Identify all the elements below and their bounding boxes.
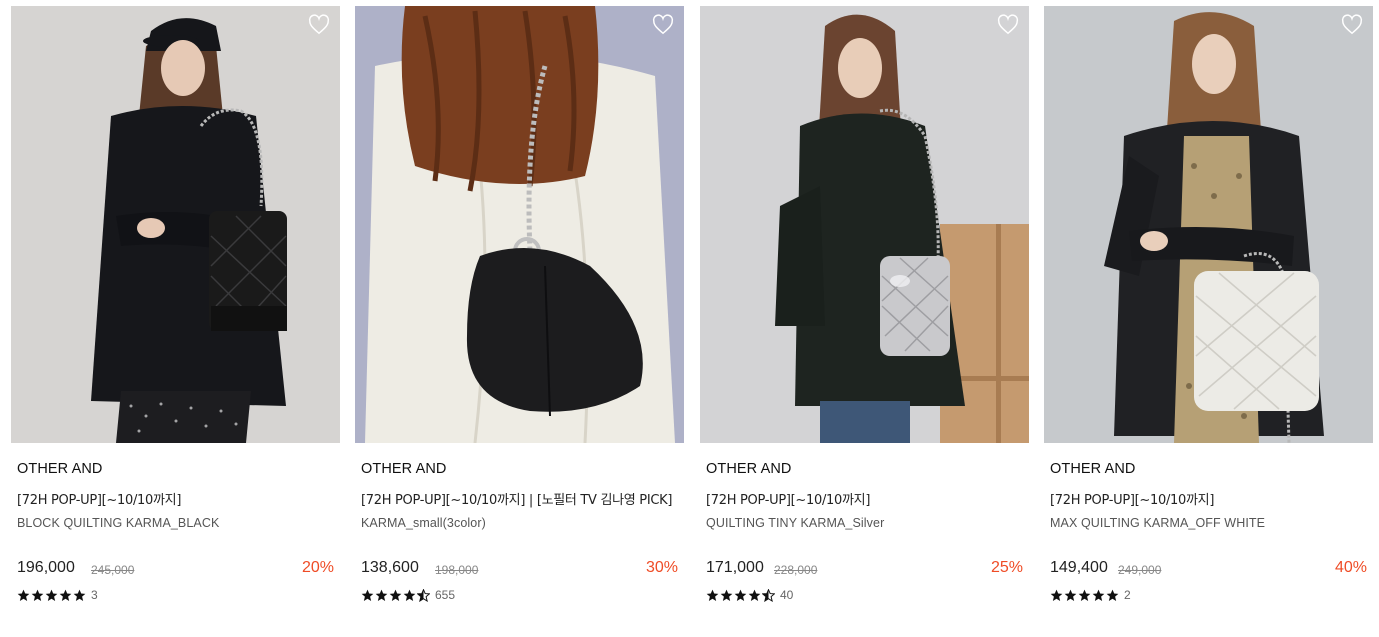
rating: 2 <box>1050 588 1131 602</box>
product-image[interactable] <box>355 6 684 443</box>
wishlist-heart-icon[interactable] <box>308 14 330 36</box>
promo-text[interactable]: [72H POP-UP][~10/10까지] <box>706 489 870 508</box>
product-name[interactable]: BLOCK QUILTING KARMA_BLACK <box>17 516 219 530</box>
star-icon <box>389 589 402 602</box>
review-count[interactable]: 40 <box>780 588 793 602</box>
review-count[interactable]: 3 <box>91 588 98 602</box>
star-icon <box>706 589 719 602</box>
product-card[interactable]: OTHER AND [72H POP-UP][~10/10까지] BLOCK Q… <box>11 6 340 616</box>
original-price: 245,000 <box>91 563 135 577</box>
product-card[interactable]: OTHER AND [72H POP-UP][~10/10까지] MAX QUI… <box>1044 6 1373 616</box>
star-icon <box>31 589 44 602</box>
star-icon <box>1106 589 1119 602</box>
wishlist-heart-icon[interactable] <box>997 14 1019 36</box>
discount-rate: 25% <box>990 559 1023 576</box>
rating: 655 <box>361 588 455 602</box>
star-icon <box>1050 589 1063 602</box>
discount-rate: 40% <box>1334 559 1367 576</box>
promo-text[interactable]: [72H POP-UP][~10/10까지] <box>1050 489 1214 508</box>
star-half-icon <box>417 588 430 602</box>
star-icon <box>734 589 747 602</box>
brand-name[interactable]: OTHER AND <box>361 461 447 477</box>
rating: 3 <box>17 588 98 602</box>
star-half-icon <box>762 588 775 602</box>
brand-name[interactable]: OTHER AND <box>706 461 792 477</box>
sale-price: 149,400 <box>1050 559 1108 576</box>
original-price: 198,000 <box>435 563 479 577</box>
wishlist-heart-icon[interactable] <box>652 14 674 36</box>
rating: 40 <box>706 588 793 602</box>
product-name[interactable]: QUILTING TINY KARMA_Silver <box>706 516 884 530</box>
sale-price: 171,000 <box>706 559 764 576</box>
product-grid: OTHER AND [72H POP-UP][~10/10까지] BLOCK Q… <box>11 6 1373 616</box>
product-image[interactable] <box>11 6 340 443</box>
sale-price: 196,000 <box>17 559 75 576</box>
discount-rate: 30% <box>645 559 678 576</box>
product-image[interactable] <box>700 6 1029 443</box>
sale-price: 138,600 <box>361 559 419 576</box>
star-icon <box>45 589 58 602</box>
promo-text[interactable]: [72H POP-UP][~10/10까지] | [노필터 TV 김나영 PIC… <box>361 489 672 508</box>
product-card[interactable]: OTHER AND [72H POP-UP][~10/10까지] | [노필터 … <box>355 6 684 616</box>
wishlist-heart-icon[interactable] <box>1341 14 1363 36</box>
product-name[interactable]: KARMA_small(3color) <box>361 516 486 530</box>
product-name[interactable]: MAX QUILTING KARMA_OFF WHITE <box>1050 516 1265 530</box>
star-icon <box>748 589 761 602</box>
star-icon <box>361 589 374 602</box>
star-icon <box>73 589 86 602</box>
promo-text[interactable]: [72H POP-UP][~10/10까지] <box>17 489 181 508</box>
original-price: 249,000 <box>1118 563 1162 577</box>
product-card[interactable]: OTHER AND [72H POP-UP][~10/10까지] QUILTIN… <box>700 6 1029 616</box>
star-icon <box>720 589 733 602</box>
star-icon <box>1092 589 1105 602</box>
product-image[interactable] <box>1044 6 1373 443</box>
star-icon <box>1064 589 1077 602</box>
star-icon <box>17 589 30 602</box>
star-icon <box>403 589 416 602</box>
brand-name[interactable]: OTHER AND <box>1050 461 1136 477</box>
star-icon <box>375 589 388 602</box>
discount-rate: 20% <box>301 559 334 576</box>
brand-name[interactable]: OTHER AND <box>17 461 103 477</box>
review-count[interactable]: 2 <box>1124 588 1131 602</box>
star-icon <box>1078 589 1091 602</box>
star-icon <box>59 589 72 602</box>
review-count[interactable]: 655 <box>435 588 455 602</box>
original-price: 228,000 <box>774 563 818 577</box>
